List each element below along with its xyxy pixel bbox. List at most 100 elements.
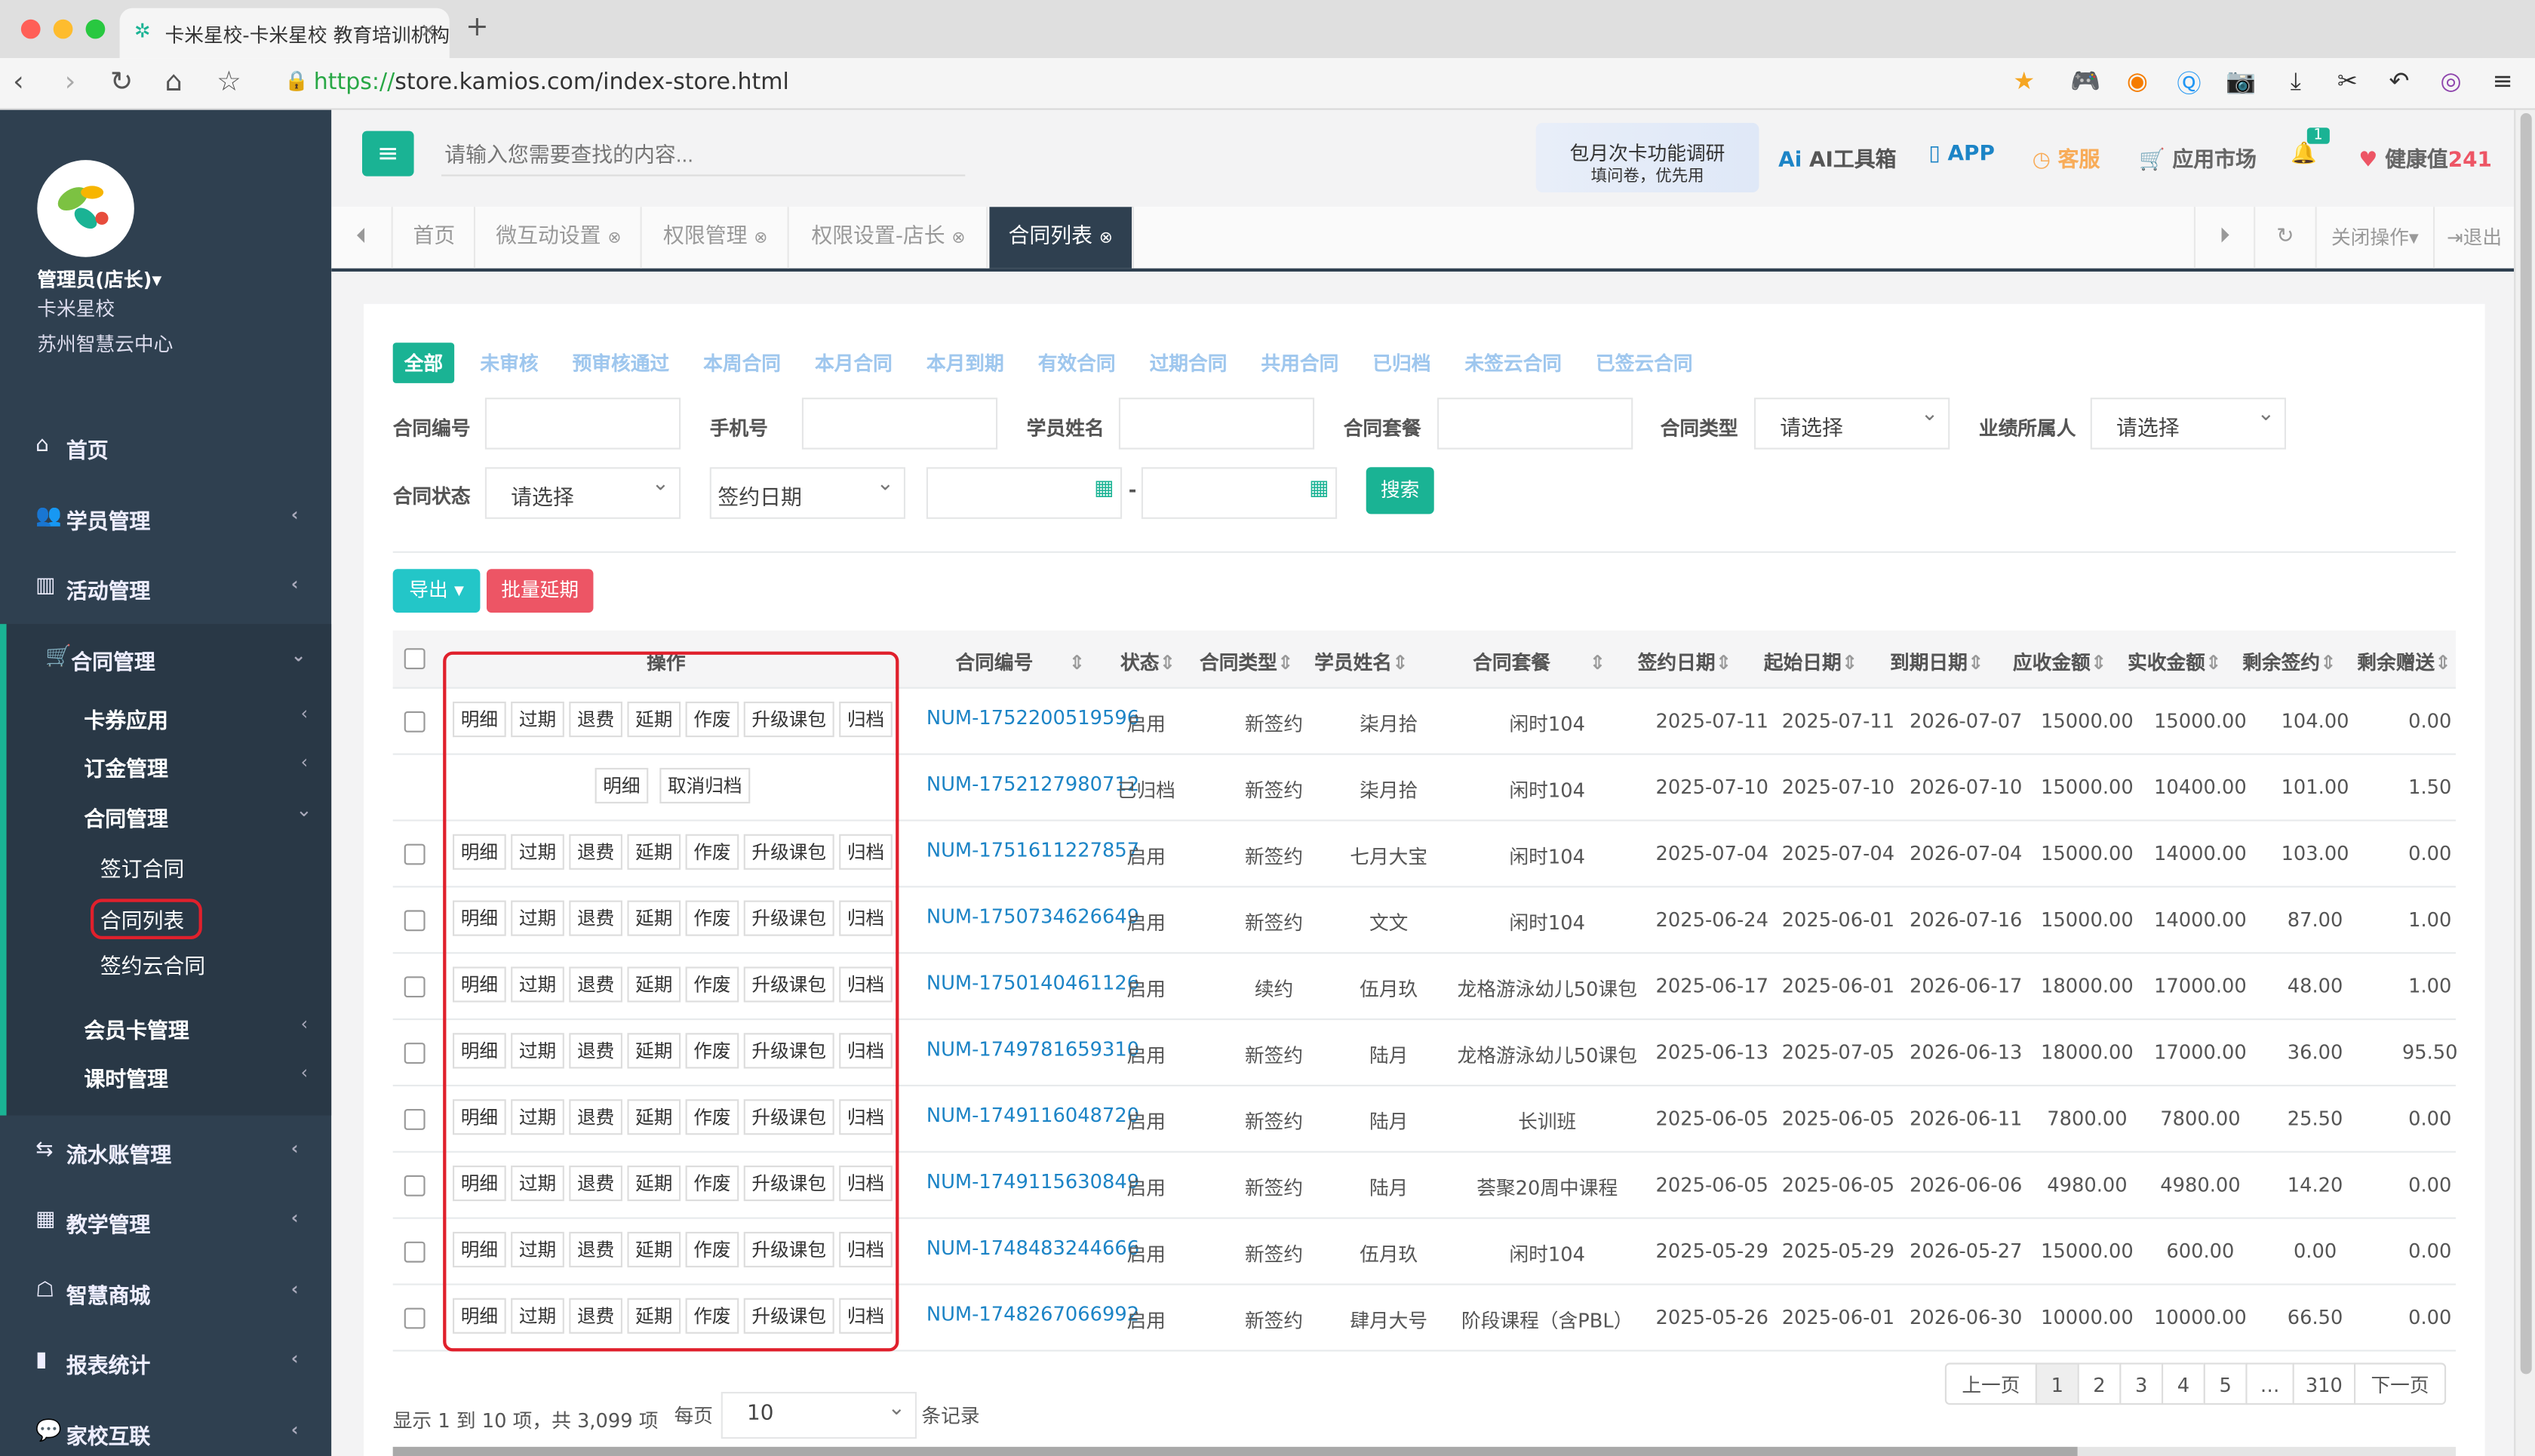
camera-icon[interactable]: 📷 <box>2225 66 2257 99</box>
horizontal-scrollbar-thumb[interactable] <box>392 1446 2078 1456</box>
filter-shared[interactable]: 共用合同 <box>1261 349 1338 376</box>
search-input[interactable] <box>441 134 966 177</box>
nav-member-card[interactable]: 会员卡管理 <box>84 1014 189 1044</box>
page-3-button[interactable]: 3 <box>2119 1362 2164 1405</box>
page-5-button[interactable]: 5 <box>2203 1362 2248 1405</box>
owner-select[interactable]: 请选择 <box>2090 398 2286 450</box>
filter-unsigned-cloud[interactable]: 未签云合同 <box>1464 349 1562 376</box>
col-contract-no[interactable]: 合同编号 ⇕ <box>955 648 1085 675</box>
col-package[interactable]: 合同套餐 ⇕ <box>1473 648 1606 675</box>
batch-extend-button[interactable]: 批量延期 <box>487 569 594 613</box>
star-icon[interactable]: ★ <box>2008 66 2040 99</box>
row-checkbox[interactable] <box>404 1241 426 1263</box>
tab-contract-list[interactable]: 合同列表 ⊗ <box>989 207 1134 269</box>
filter-signed-cloud[interactable]: 已签云合同 <box>1596 349 1693 376</box>
close-window-button[interactable] <box>20 19 41 39</box>
bell-icon[interactable]: 🔔 <box>2291 143 2317 167</box>
export-button[interactable]: 导出 ▾ <box>392 569 481 613</box>
tab-permissions[interactable]: 权限管理 ⊗ <box>644 207 789 269</box>
undo-icon[interactable]: ↶ <box>2383 66 2416 99</box>
filter-all[interactable]: 全部 <box>392 342 455 383</box>
row-checkbox[interactable] <box>404 843 426 865</box>
ai-toolbox-link[interactable]: Ai AI工具箱 <box>1778 143 1896 173</box>
nav-deposit[interactable]: 订金管理 <box>84 751 167 782</box>
health-link[interactable]: ♥ 健康值241 <box>2358 143 2491 173</box>
close-icon[interactable]: ⊗ <box>754 229 767 247</box>
row-checkbox[interactable] <box>404 910 426 932</box>
col-start-date[interactable]: 起始日期⇕ <box>1764 648 1857 675</box>
row-checkbox[interactable] <box>404 1307 426 1329</box>
col-sign-date[interactable]: 签约日期⇕ <box>1638 648 1731 675</box>
nav-contract-mgmt[interactable]: 合同管理 <box>84 802 167 832</box>
tab-scroll-left-icon[interactable]: ⏴ <box>331 207 393 269</box>
start-date-input[interactable]: ▦ <box>926 467 1123 519</box>
page-4-button[interactable]: 4 <box>2162 1362 2205 1405</box>
page-2-button[interactable]: 2 <box>2077 1362 2122 1405</box>
filter-expiring[interactable]: 本月到期 <box>926 349 1004 376</box>
search-button[interactable]: 搜索 <box>1366 467 1434 515</box>
browser-tab[interactable]: ✲ 卡米星校-卡米星校 教育培训机构 ✕ <box>119 8 450 59</box>
contract-type-select[interactable]: 请选择 <box>1754 398 1950 450</box>
zoom-window-button[interactable] <box>85 19 106 39</box>
vertical-scrollbar-thumb[interactable] <box>2520 113 2532 1375</box>
row-checkbox[interactable] <box>404 1109 426 1130</box>
col-student[interactable]: 学员姓名⇕ <box>1314 648 1408 675</box>
contract-status-select[interactable]: 请选择 <box>484 467 681 519</box>
end-date-input[interactable]: ▦ <box>1141 467 1338 519</box>
filter-this-week[interactable]: 本周合同 <box>703 349 781 376</box>
vertical-scrollbar[interactable] <box>2514 109 2535 1456</box>
user-dropdown[interactable]: 管理员(店长)▾ <box>37 265 161 292</box>
app-link[interactable]: ▯ APP <box>1928 143 1994 167</box>
page-1-button[interactable]: 1 <box>2035 1362 2079 1405</box>
calendar-icon[interactable]: ▦ <box>1094 477 1114 501</box>
close-icon[interactable]: ⊗ <box>607 229 621 247</box>
horizontal-scrollbar-track[interactable] <box>392 1446 2456 1456</box>
minimize-window-button[interactable] <box>53 19 73 39</box>
nav-cloud-contract[interactable]: 签约云合同 <box>100 949 205 979</box>
new-tab-button[interactable]: + <box>466 11 489 44</box>
filter-prereviewed[interactable]: 预审核通过 <box>573 349 670 376</box>
nav-class-hours[interactable]: 课时管理 <box>84 1062 167 1092</box>
filter-valid[interactable]: 有效合同 <box>1038 349 1116 376</box>
download-icon[interactable]: ⤓ <box>2279 66 2312 99</box>
page-size-select[interactable]: 10 <box>721 1392 917 1439</box>
reload-icon[interactable]: ↻ <box>110 66 134 99</box>
col-remaining[interactable]: 剩余签约⇕ <box>2242 648 2336 675</box>
col-bonus[interactable]: 剩余赠送⇕ <box>2357 648 2450 675</box>
phone-input[interactable] <box>801 398 998 450</box>
extension-icon[interactable]: ◉ <box>2121 66 2153 99</box>
logout-button[interactable]: ⇥退出 <box>2435 207 2514 268</box>
cut-icon[interactable]: ✂ <box>2331 66 2364 99</box>
filter-archived[interactable]: 已归档 <box>1372 349 1430 376</box>
close-operations-dropdown[interactable]: 关闭操作▾ <box>2317 207 2435 269</box>
col-type[interactable]: 合同类型⇕ <box>1200 648 1293 675</box>
survey-banner[interactable]: 包月次卡功能调研 填问卷，优先用 <box>1535 122 1759 192</box>
tab-home[interactable]: 首页 <box>395 207 475 269</box>
date-type-select[interactable]: 签约日期 <box>709 467 905 519</box>
bookmark-star-icon[interactable]: ☆ <box>217 66 241 99</box>
app-market-link[interactable]: 🛒 应用市场 <box>2139 143 2257 173</box>
nav-sign-contract[interactable]: 签订合同 <box>100 852 184 883</box>
col-end-date[interactable]: 到期日期⇕ <box>1890 648 1983 675</box>
nav-coupon[interactable]: 卡券应用 <box>84 703 167 734</box>
row-checkbox[interactable] <box>404 711 426 733</box>
prev-page-button[interactable]: 上一页 <box>1944 1362 2037 1405</box>
nav-contract-list[interactable]: 合同列表 <box>91 898 202 939</box>
menu-toggle-button[interactable]: ≡ <box>362 131 414 177</box>
forward-icon[interactable]: › <box>65 66 76 99</box>
url-field[interactable]: 🔒 https://store.kamios.com/index-store.ht… <box>272 64 2051 104</box>
filter-this-month[interactable]: 本月合同 <box>815 349 893 376</box>
translate-icon[interactable]: Ⓠ <box>2173 66 2205 99</box>
student-name-input[interactable] <box>1118 398 1315 450</box>
tab-scroll-right-icon[interactable]: ⏵ <box>2193 207 2256 269</box>
menu-icon[interactable]: ≡ <box>2487 66 2519 99</box>
row-checkbox[interactable] <box>404 1175 426 1196</box>
close-icon[interactable]: ⊗ <box>1099 229 1113 247</box>
next-page-button[interactable]: 下一页 <box>2354 1362 2447 1405</box>
back-icon[interactable]: ‹ <box>13 66 24 99</box>
select-all-checkbox[interactable] <box>404 648 426 670</box>
tab-micro-interact[interactable]: 微互动设置 ⊗ <box>477 207 642 269</box>
tab-close-icon[interactable]: ✕ <box>420 20 437 42</box>
filter-unreviewed[interactable]: 未审核 <box>480 349 538 376</box>
contract-no-input[interactable] <box>484 398 681 450</box>
